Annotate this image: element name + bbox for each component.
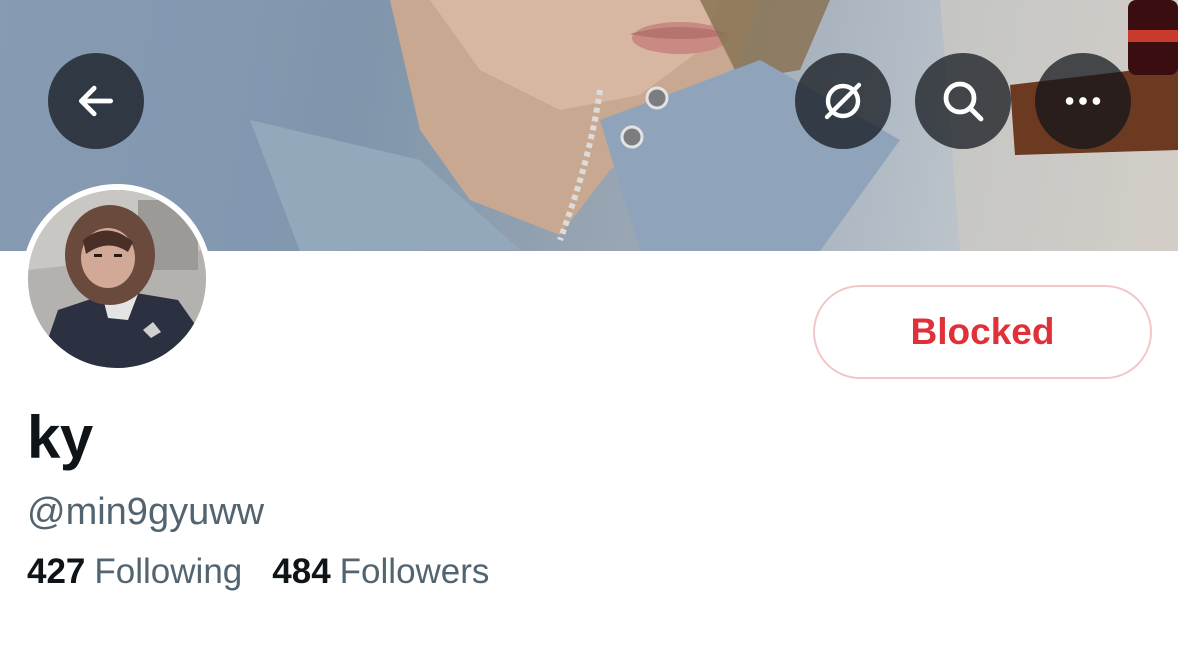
display-name: ky bbox=[27, 404, 93, 471]
search-icon bbox=[943, 81, 984, 122]
following-count: 427 bbox=[27, 552, 86, 591]
following-label: Following bbox=[94, 552, 243, 591]
translate-disabled-icon bbox=[824, 82, 862, 120]
followers-link[interactable]: 484 Followers bbox=[272, 549, 489, 595]
profile-avatar[interactable] bbox=[22, 184, 212, 374]
more-dots-icon bbox=[1065, 97, 1101, 105]
following-link[interactable]: 427 Following bbox=[27, 549, 242, 595]
back-button[interactable] bbox=[48, 53, 144, 149]
search-button[interactable] bbox=[915, 53, 1011, 149]
blocked-button[interactable]: Blocked bbox=[813, 285, 1152, 379]
followers-label: Followers bbox=[339, 552, 490, 591]
follow-stats: 427 Following 484 Followers bbox=[27, 549, 489, 595]
arrow-left-icon bbox=[78, 85, 114, 117]
user-handle: @min9gyuww bbox=[27, 491, 265, 533]
more-button[interactable] bbox=[1035, 53, 1131, 149]
translate-button[interactable] bbox=[795, 53, 891, 149]
profile-page: Blocked ky @min9gyuww 427 Following 484 … bbox=[0, 0, 1178, 663]
blocked-button-label: Blocked bbox=[910, 311, 1055, 352]
avatar-photo bbox=[28, 190, 206, 368]
followers-count: 484 bbox=[272, 552, 331, 591]
